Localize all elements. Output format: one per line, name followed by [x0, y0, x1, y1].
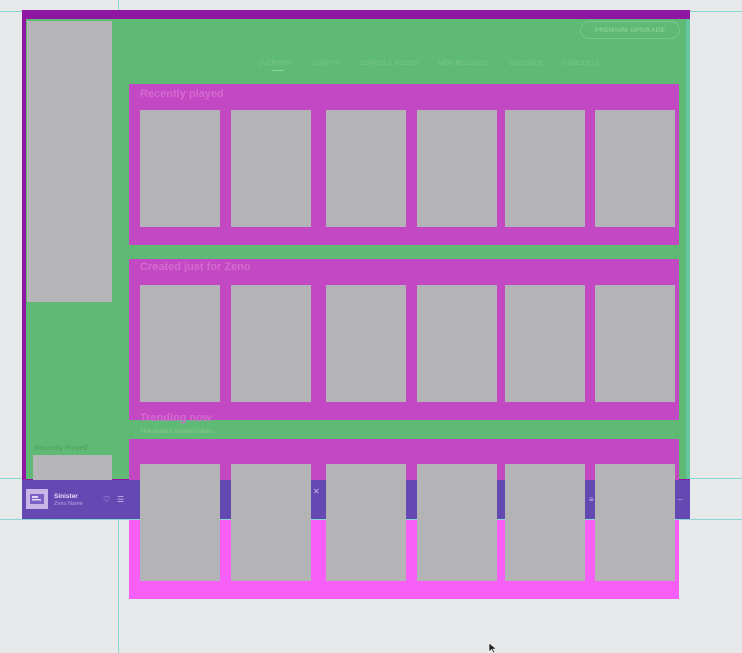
- volume-icon[interactable]: –: [678, 496, 682, 504]
- section-title: Created just for Zeno: [140, 261, 251, 273]
- album-card[interactable]: [231, 110, 311, 227]
- track-card[interactable]: [231, 464, 311, 581]
- track-card[interactable]: [505, 464, 585, 581]
- section-subtitle: The world's hottest tracks: [140, 428, 214, 435]
- queue-icon[interactable]: ☰: [117, 496, 124, 504]
- playlist-card[interactable]: [595, 285, 675, 402]
- now-playing-title[interactable]: Sinister: [54, 493, 78, 500]
- sidebar-album-thumbnail[interactable]: [33, 455, 112, 481]
- album-card[interactable]: [140, 110, 220, 227]
- track-card[interactable]: [595, 464, 675, 581]
- playlist-card[interactable]: [140, 285, 220, 402]
- shuffle-icon[interactable]: ✕: [313, 488, 320, 496]
- tab-concerts[interactable]: CONCERTS: [563, 61, 599, 75]
- sidebar-panel[interactable]: [27, 21, 112, 302]
- main-content-edge: [686, 19, 690, 479]
- devices-icon[interactable]: ≡: [589, 496, 594, 504]
- track-card[interactable]: [417, 464, 497, 581]
- top-nav: OVERVIEW CHARTS GENRES & MOODS NEW RELEA…: [258, 61, 619, 75]
- album-card[interactable]: [595, 110, 675, 227]
- upgrade-button[interactable]: PREMIUM UPGRADE: [580, 21, 680, 39]
- sidebar-recent-label: Recently Played: [34, 445, 88, 452]
- track-card[interactable]: [326, 464, 406, 581]
- tab-discover[interactable]: DISCOVER: [510, 61, 544, 75]
- playlist-card[interactable]: [417, 285, 497, 402]
- album-card[interactable]: [326, 110, 406, 227]
- album-card[interactable]: [505, 110, 585, 227]
- now-playing-artist[interactable]: Zeno Name: [54, 501, 83, 507]
- heart-icon[interactable]: ♡: [103, 496, 110, 504]
- now-playing-cover[interactable]: [26, 489, 48, 509]
- playlist-card[interactable]: [231, 285, 311, 402]
- track-card[interactable]: [140, 464, 220, 581]
- tab-overview[interactable]: OVERVIEW: [258, 61, 293, 75]
- tab-new-releases[interactable]: NEW RELEASES: [439, 61, 490, 75]
- playlist-card[interactable]: [326, 285, 406, 402]
- tab-genres[interactable]: GENRES & MOODS: [359, 61, 419, 75]
- album-card[interactable]: [417, 110, 497, 227]
- section-title: Recently played: [140, 88, 224, 100]
- tab-charts[interactable]: CHARTS: [313, 61, 339, 75]
- section-title: Trending now: [140, 412, 212, 424]
- mouse-cursor-icon: [488, 643, 498, 653]
- playlist-card[interactable]: [505, 285, 585, 402]
- music-note-icon: [30, 494, 44, 504]
